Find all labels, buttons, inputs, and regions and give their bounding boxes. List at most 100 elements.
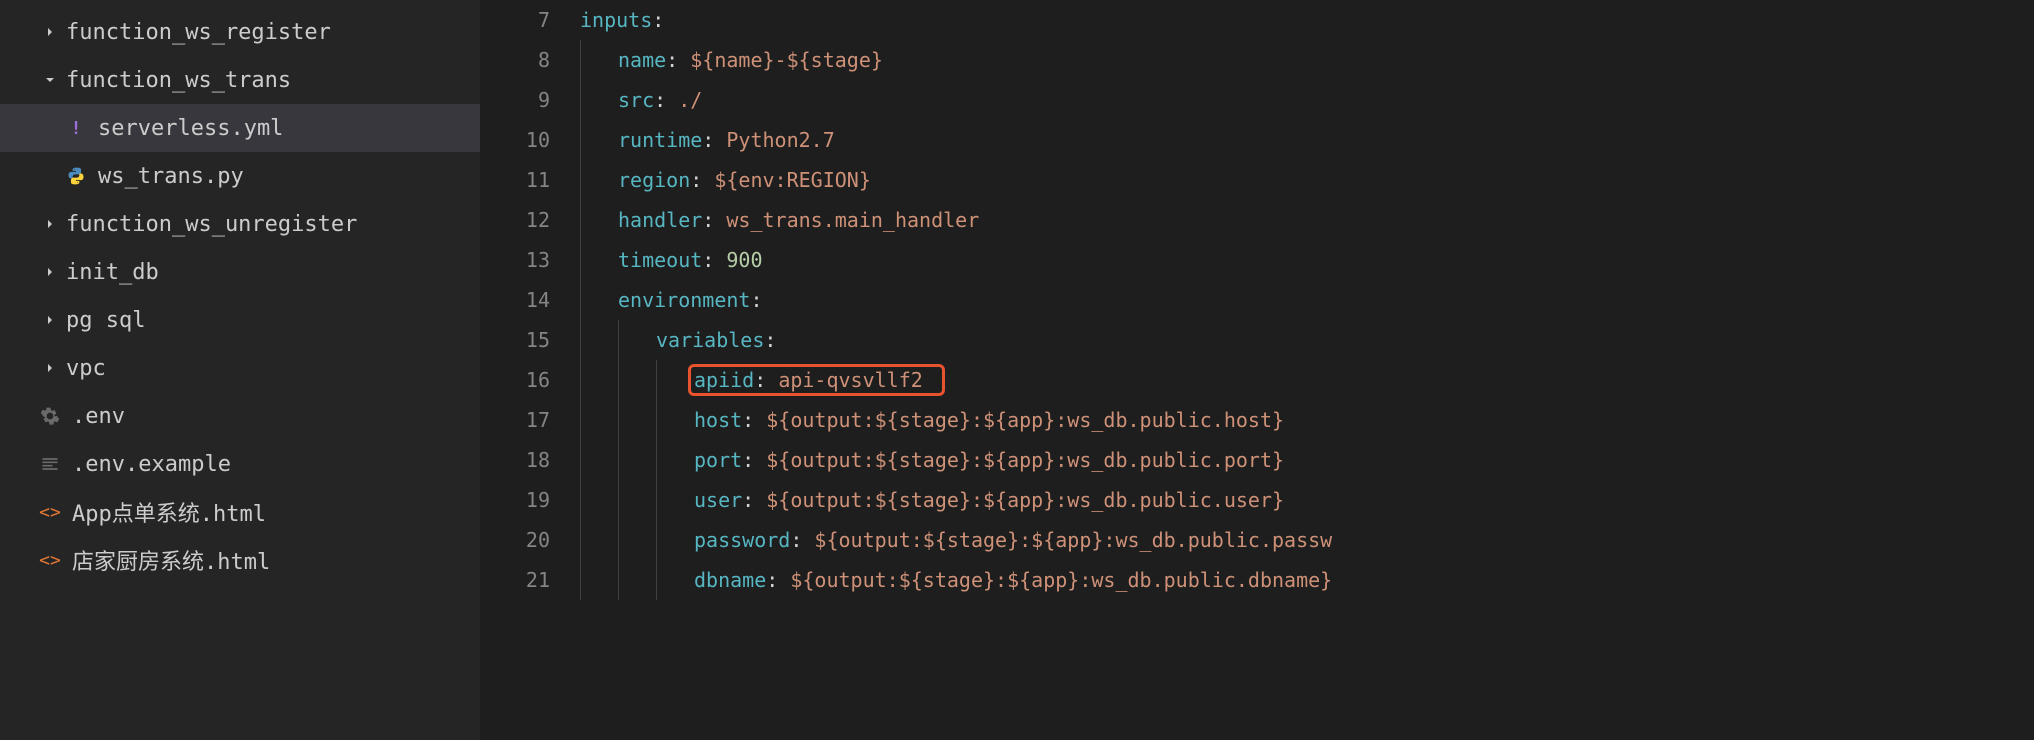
chevron-right-icon <box>38 260 62 284</box>
file-item[interactable]: ! serverless.yml <box>0 104 480 152</box>
code-token: user <box>694 488 742 512</box>
code-line[interactable]: variables: <box>580 320 2034 360</box>
folder-item[interactable]: function_ws_trans <box>0 56 480 104</box>
tree-item-label: pg sql <box>66 308 145 333</box>
line-number-gutter: 789101112131415161718192021 <box>480 0 580 740</box>
gear-icon <box>38 404 62 428</box>
folder-item[interactable]: function_ws_register <box>0 8 480 56</box>
code-line[interactable]: handler: ws_trans.main_handler <box>580 200 2034 240</box>
indent-guide <box>618 560 656 600</box>
indent-guide <box>580 120 618 160</box>
indent-guide <box>656 360 694 400</box>
code-token: src <box>618 88 654 112</box>
code-token: : <box>754 368 778 392</box>
code-token: ${output:${stage}:${app}:ws_db.public.pa… <box>814 528 1332 552</box>
code-line[interactable]: inputs: <box>580 0 2034 40</box>
code-token: inputs <box>580 8 652 32</box>
line-number: 17 <box>480 400 550 440</box>
file-item[interactable]: <>店家厨房系统.html <box>0 536 480 584</box>
file-item[interactable]: .env.example <box>0 440 480 488</box>
line-number: 9 <box>480 80 550 120</box>
code-token: apiid <box>694 368 754 392</box>
code-token: ${output:${stage}:${app}:ws_db.public.ho… <box>766 408 1284 432</box>
code-token: : <box>742 448 766 472</box>
code-token: host <box>694 408 742 432</box>
code-editor[interactable]: 789101112131415161718192021 inputs:name:… <box>480 0 2034 740</box>
chevron-right-icon <box>38 308 62 332</box>
indent-guide <box>618 440 656 480</box>
folder-item[interactable]: pg sql <box>0 296 480 344</box>
folder-item[interactable]: init_db <box>0 248 480 296</box>
code-token: ${output:${stage}:${app}:ws_db.public.db… <box>790 568 1332 592</box>
code-token: name <box>618 48 666 72</box>
chevron-right-icon <box>38 212 62 236</box>
folder-item[interactable]: vpc <box>0 344 480 392</box>
code-line[interactable]: password: ${output:${stage}:${app}:ws_db… <box>580 520 2034 560</box>
python-file-icon <box>64 164 88 188</box>
indent-guide <box>580 40 618 80</box>
html-file-icon: <> <box>38 548 62 572</box>
line-number: 18 <box>480 440 550 480</box>
code-token: timeout <box>618 248 702 272</box>
tree-item-label: init_db <box>66 260 159 285</box>
code-line[interactable]: user: ${output:${stage}:${app}:ws_db.pub… <box>580 480 2034 520</box>
code-line[interactable]: name: ${name}-${stage} <box>580 40 2034 80</box>
tree-item-label: .env <box>72 404 125 429</box>
code-line[interactable]: timeout: 900 <box>580 240 2034 280</box>
indent-guide <box>618 360 656 400</box>
code-content[interactable]: inputs:name: ${name}-${stage}src: ./runt… <box>580 0 2034 740</box>
code-token: : <box>742 488 766 512</box>
line-number: 13 <box>480 240 550 280</box>
indent-guide <box>656 400 694 440</box>
line-number: 12 <box>480 200 550 240</box>
code-token: ${output:${stage}:${app}:ws_db.public.po… <box>766 448 1284 472</box>
indent-guide <box>618 520 656 560</box>
code-token: password <box>694 528 790 552</box>
chevron-down-icon <box>38 68 62 92</box>
code-token: api-qvsvllf2 <box>778 368 923 392</box>
code-token: : <box>764 328 776 352</box>
code-line[interactable]: src: ./ <box>580 80 2034 120</box>
code-line[interactable]: apiid: api-qvsvllf2 <box>580 360 2034 400</box>
indent-guide <box>580 360 618 400</box>
line-number: 21 <box>480 560 550 600</box>
tree-item-label: ws_trans.py <box>98 164 244 189</box>
code-token: ${output:${stage}:${app}:ws_db.public.us… <box>766 488 1284 512</box>
code-line[interactable]: runtime: Python2.7 <box>580 120 2034 160</box>
code-line[interactable]: region: ${env:REGION} <box>580 160 2034 200</box>
file-item[interactable]: .env <box>0 392 480 440</box>
line-number: 14 <box>480 280 550 320</box>
text-file-icon <box>38 452 62 476</box>
code-line[interactable]: host: ${output:${stage}:${app}:ws_db.pub… <box>580 400 2034 440</box>
code-token: ${name}-${stage} <box>690 48 883 72</box>
code-token: variables <box>656 328 764 352</box>
code-token: : <box>766 568 790 592</box>
file-item[interactable]: <>App点单系统.html <box>0 488 480 536</box>
indent-guide <box>580 520 618 560</box>
folder-item[interactable]: function_ws_unregister <box>0 200 480 248</box>
line-number: 15 <box>480 320 550 360</box>
tree-item-label: App点单系统.html <box>72 496 266 528</box>
indent-guide <box>656 480 694 520</box>
code-token: : <box>702 128 726 152</box>
indent-guide <box>656 560 694 600</box>
code-token: Python2.7 <box>726 128 834 152</box>
chevron-right-icon <box>38 356 62 380</box>
code-line[interactable]: port: ${output:${stage}:${app}:ws_db.pub… <box>580 440 2034 480</box>
indent-guide <box>580 560 618 600</box>
indent-guide <box>580 240 618 280</box>
tree-item-label: function_ws_unregister <box>66 212 357 237</box>
file-explorer-sidebar[interactable]: function_ws_register function_ws_trans! se… <box>0 0 480 740</box>
code-token: port <box>694 448 742 472</box>
code-line[interactable]: environment: <box>580 280 2034 320</box>
code-token: : <box>702 248 726 272</box>
indent-guide <box>656 520 694 560</box>
indent-guide <box>580 280 618 320</box>
code-line[interactable]: dbname: ${output:${stage}:${app}:ws_db.p… <box>580 560 2034 600</box>
tree-item-label: function_ws_trans <box>66 68 291 93</box>
tree-item-label: serverless.yml <box>98 116 283 141</box>
indent-guide <box>618 480 656 520</box>
indent-guide <box>580 480 618 520</box>
file-item[interactable]: ws_trans.py <box>0 152 480 200</box>
yaml-file-icon: ! <box>64 116 88 140</box>
